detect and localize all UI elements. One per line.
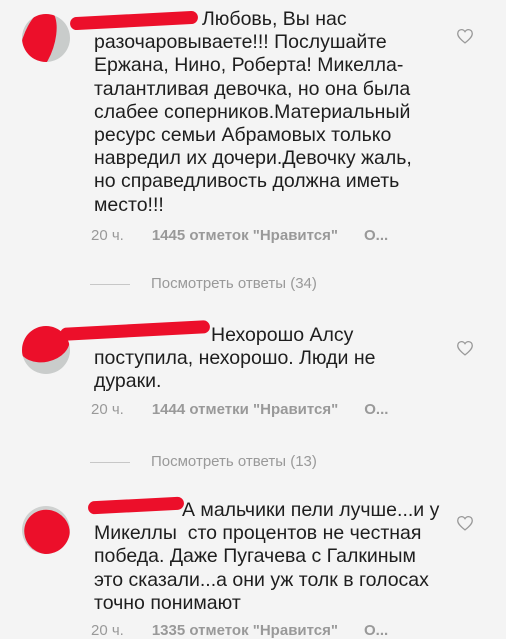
- avatar[interactable]: [22, 14, 70, 62]
- divider: [90, 462, 130, 463]
- comment-text: Любовь, Вы нас разочаровываете!!! Послуш…: [94, 8, 412, 216]
- view-replies-label: Посмотреть ответы (34): [151, 275, 317, 292]
- divider: [90, 284, 130, 285]
- heart-icon[interactable]: [456, 28, 474, 44]
- comment-time: 20 ч.: [91, 227, 124, 244]
- likes-count[interactable]: 1445 отметок "Нравится": [152, 227, 338, 244]
- view-replies-label: Посмотреть ответы (13): [151, 453, 317, 470]
- comment-text: А мальчики пели лучше...и у Микеллы сто …: [94, 499, 440, 614]
- comment-meta: 20 ч. 1445 отметок "Нравится" О...: [91, 227, 388, 244]
- more-options[interactable]: О...: [364, 227, 388, 244]
- comment-meta: 20 ч. 1444 отметки "Нравится" О...: [91, 401, 388, 418]
- heart-icon[interactable]: [456, 515, 474, 531]
- comment-time: 20 ч.: [91, 401, 124, 418]
- heart-icon[interactable]: [456, 340, 474, 356]
- more-options[interactable]: О...: [364, 401, 388, 418]
- comment-text: Нехорошо Алсу поступила, нехорошо. Люди …: [94, 324, 376, 393]
- likes-count[interactable]: 1444 отметки "Нравится": [152, 401, 338, 418]
- avatar[interactable]: [22, 506, 70, 554]
